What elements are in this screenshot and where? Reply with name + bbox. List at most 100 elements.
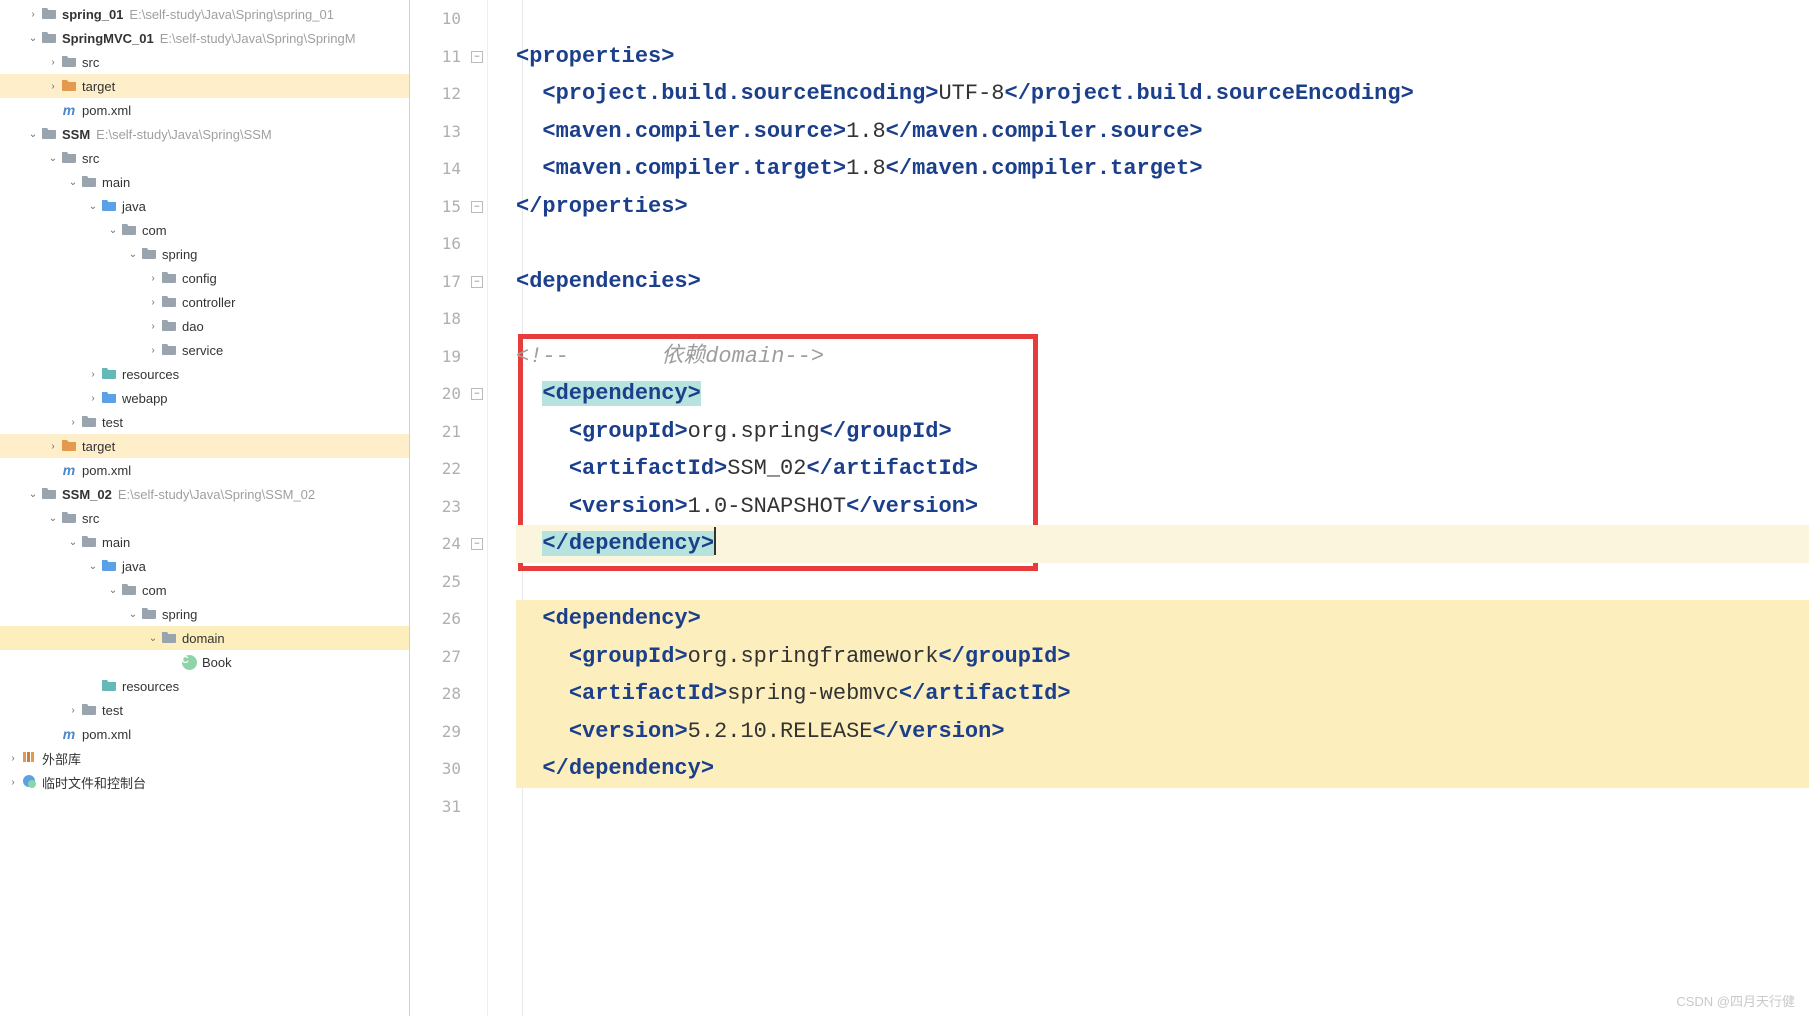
chevron-down-icon[interactable]: ⌄: [86, 201, 100, 212]
code-line[interactable]: <project.build.sourceEncoding>UTF-8</pro…: [516, 75, 1809, 113]
tree-item-src[interactable]: ⌄src: [0, 506, 409, 530]
tree-item-pom-xml[interactable]: mpom.xml: [0, 458, 409, 482]
chevron-down-icon[interactable]: ⌄: [126, 609, 140, 620]
chevron-right-icon[interactable]: ›: [46, 57, 60, 68]
fold-toggle-icon[interactable]: −: [471, 538, 483, 550]
code-editor[interactable]: 1011121314151617181920212223242526272829…: [410, 0, 1809, 1016]
code-line[interactable]: </dependency>: [516, 750, 1809, 788]
tree-item-config[interactable]: ›config: [0, 266, 409, 290]
chevron-right-icon[interactable]: ›: [146, 297, 160, 308]
chevron-down-icon[interactable]: ⌄: [106, 225, 120, 236]
fold-toggle-icon[interactable]: −: [471, 388, 483, 400]
line-number: 15: [410, 188, 461, 226]
chevron-right-icon[interactable]: ›: [146, 345, 160, 356]
code-line[interactable]: <groupId>org.springframework</groupId>: [516, 638, 1809, 676]
tree-item-spring[interactable]: ⌄spring: [0, 602, 409, 626]
chevron-down-icon[interactable]: ⌄: [46, 153, 60, 164]
project-tree[interactable]: ›spring_01E:\self-study\Java\Spring\spri…: [0, 0, 410, 1016]
tree-item--[interactable]: ›外部库: [0, 746, 409, 770]
chevron-down-icon[interactable]: ⌄: [46, 513, 60, 524]
library-icon: [21, 749, 37, 768]
chevron-right-icon[interactable]: ›: [26, 9, 40, 20]
code-line[interactable]: <groupId>org.spring</groupId>: [516, 413, 1809, 451]
tree-item-java[interactable]: ⌄java: [0, 554, 409, 578]
tree-item-target[interactable]: ›target: [0, 74, 409, 98]
code-line[interactable]: [516, 563, 1809, 601]
chevron-down-icon[interactable]: ⌄: [106, 585, 120, 596]
tree-item-controller[interactable]: ›controller: [0, 290, 409, 314]
chevron-down-icon[interactable]: ⌄: [66, 537, 80, 548]
code-line[interactable]: <dependency>: [516, 375, 1809, 413]
tree-item-spring-01[interactable]: ›spring_01E:\self-study\Java\Spring\spri…: [0, 2, 409, 26]
chevron-right-icon[interactable]: ›: [146, 321, 160, 332]
tree-item-pom-xml[interactable]: mpom.xml: [0, 98, 409, 122]
chevron-down-icon[interactable]: ⌄: [146, 633, 160, 644]
folder-icon: [101, 558, 117, 575]
folder-icon: [81, 414, 97, 431]
tree-item-label: src: [82, 55, 99, 70]
code-line[interactable]: <maven.compiler.target>1.8</maven.compil…: [516, 150, 1809, 188]
chevron-down-icon[interactable]: ⌄: [26, 33, 40, 44]
tree-item-service[interactable]: ›service: [0, 338, 409, 362]
tree-item-main[interactable]: ⌄main: [0, 530, 409, 554]
chevron-right-icon[interactable]: ›: [6, 753, 20, 764]
chevron-right-icon[interactable]: ›: [86, 393, 100, 404]
tree-item-ssm-02[interactable]: ⌄SSM_02E:\self-study\Java\Spring\SSM_02: [0, 482, 409, 506]
chevron-down-icon[interactable]: ⌄: [86, 561, 100, 572]
code-line[interactable]: [516, 225, 1809, 263]
code-line[interactable]: <maven.compiler.source>1.8</maven.compil…: [516, 113, 1809, 151]
tree-item-resources[interactable]: ›resources: [0, 362, 409, 386]
line-number: 16: [410, 225, 461, 263]
tree-item-test[interactable]: ›test: [0, 410, 409, 434]
tree-item-src[interactable]: ⌄src: [0, 146, 409, 170]
tree-item-dao[interactable]: ›dao: [0, 314, 409, 338]
chevron-right-icon[interactable]: ›: [146, 273, 160, 284]
chevron-right-icon[interactable]: ›: [66, 417, 80, 428]
tree-item-spring[interactable]: ⌄spring: [0, 242, 409, 266]
code-line[interactable]: <version>1.0-SNAPSHOT</version>: [516, 488, 1809, 526]
tree-item-java[interactable]: ⌄java: [0, 194, 409, 218]
code-line[interactable]: <version>5.2.10.RELEASE</version>: [516, 713, 1809, 751]
tree-item-ssm[interactable]: ⌄SSME:\self-study\Java\Spring\SSM: [0, 122, 409, 146]
tree-item--[interactable]: ›临时文件和控制台: [0, 770, 409, 794]
chevron-down-icon[interactable]: ⌄: [66, 177, 80, 188]
tree-item-target[interactable]: ›target: [0, 434, 409, 458]
fold-toggle-icon[interactable]: −: [471, 201, 483, 213]
chevron-down-icon[interactable]: ⌄: [126, 249, 140, 260]
fold-toggle-icon[interactable]: −: [471, 276, 483, 288]
chevron-right-icon[interactable]: ›: [86, 369, 100, 380]
tree-item-domain[interactable]: ⌄domain: [0, 626, 409, 650]
tree-item-src[interactable]: › src: [0, 50, 409, 74]
code-area[interactable]: <properties> <project.build.sourceEncodi…: [488, 0, 1809, 1016]
code-line[interactable]: </dependency>: [516, 525, 1809, 563]
code-line[interactable]: <artifactId>SSM_02</artifactId>: [516, 450, 1809, 488]
code-line[interactable]: <properties>: [516, 38, 1809, 76]
code-line[interactable]: <dependency>: [516, 600, 1809, 638]
tree-item-pom-xml[interactable]: mpom.xml: [0, 722, 409, 746]
chevron-right-icon[interactable]: ›: [46, 441, 60, 452]
tree-item-webapp[interactable]: ›webapp: [0, 386, 409, 410]
tree-item-com[interactable]: ⌄com: [0, 218, 409, 242]
chevron-down-icon[interactable]: ⌄: [26, 129, 40, 140]
tree-item-springmvc-01[interactable]: ⌄SpringMVC_01E:\self-study\Java\Spring\S…: [0, 26, 409, 50]
tree-item-book[interactable]: CBook: [0, 650, 409, 674]
code-line[interactable]: <dependencies>: [516, 263, 1809, 301]
code-line[interactable]: [516, 788, 1809, 826]
fold-toggle-icon[interactable]: −: [471, 51, 483, 63]
chevron-right-icon[interactable]: ›: [66, 705, 80, 716]
line-number: 31: [410, 788, 461, 826]
chevron-down-icon[interactable]: ⌄: [26, 489, 40, 500]
code-line[interactable]: </properties>: [516, 188, 1809, 226]
chevron-right-icon[interactable]: ›: [6, 777, 20, 788]
code-line[interactable]: [516, 300, 1809, 338]
code-line[interactable]: [516, 0, 1809, 38]
code-line[interactable]: <artifactId>spring-webmvc</artifactId>: [516, 675, 1809, 713]
chevron-right-icon[interactable]: ›: [46, 81, 60, 92]
tree-item-main[interactable]: ⌄main: [0, 170, 409, 194]
tree-item-resources[interactable]: resources: [0, 674, 409, 698]
folder-icon: [61, 438, 77, 455]
tree-item-com[interactable]: ⌄com: [0, 578, 409, 602]
code-line[interactable]: <!-- 依赖domain-->: [516, 338, 1809, 376]
line-number: 14: [410, 150, 461, 188]
tree-item-test[interactable]: ›test: [0, 698, 409, 722]
